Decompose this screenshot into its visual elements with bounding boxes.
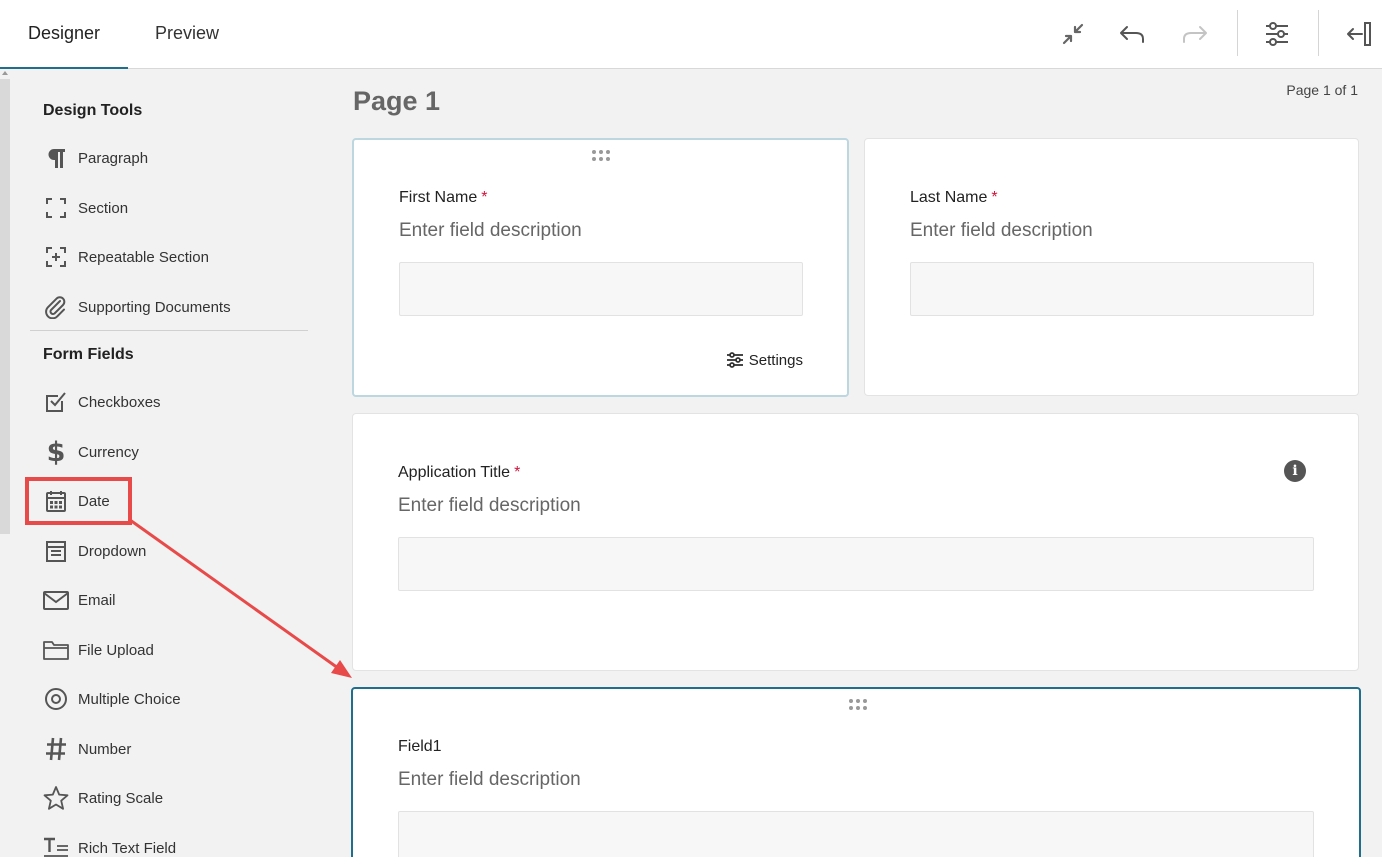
sidebar-item-label: Dropdown [78,542,147,560]
tab-designer[interactable]: Designer [0,0,128,69]
page-count: Page 1 of 1 [1286,82,1358,98]
sidebar: Design Tools Paragraph Section Repeatabl… [0,69,330,857]
sidebar-item-section[interactable]: Section [40,190,300,226]
sidebar-item-label: Supporting Documents [78,298,231,316]
sidebar-scrollbar[interactable] [0,79,10,534]
top-bar: Designer Preview [0,0,1382,69]
tab-preview[interactable]: Preview [155,0,219,69]
page-title: Page 1 [353,86,441,116]
info-icon[interactable]: i [1284,460,1306,482]
folder-icon [40,634,72,666]
required-marker: * [991,189,998,206]
sidebar-item-label: Section [78,199,129,217]
field-card-last-name[interactable]: Last Name * Enter field description [864,138,1359,396]
sidebar-item-label: Repeatable Section [78,248,209,266]
sidebar-item-label: File Upload [78,641,154,659]
toolbar-separator [1237,10,1238,56]
paragraph-icon [40,142,72,174]
hash-icon [40,733,72,765]
dropdown-icon [40,535,72,567]
field-label: Last Name * [910,189,998,206]
application-title-input[interactable] [398,537,1314,591]
sidebar-item-label: Rating Scale [78,789,164,807]
last-name-input[interactable] [910,262,1314,316]
sidebar-item-dropdown[interactable]: Dropdown [40,533,300,569]
field-description[interactable]: Enter field description [398,495,581,517]
sidebar-divider [30,330,308,331]
sidebar-item-email[interactable]: Email [40,582,300,618]
field-description[interactable]: Enter field description [910,220,1093,242]
sidebar-item-label: Rich Text Field [78,839,177,857]
field-label: Field1 [398,738,442,755]
field-label: Application Title * [398,464,521,481]
required-marker: * [481,189,488,206]
undo-icon[interactable] [1115,17,1149,51]
sidebar-item-file-upload[interactable]: File Upload [40,632,300,668]
sidebar-item-number[interactable]: Number [40,731,300,767]
repeatable-section-icon [40,241,72,273]
sidebar-item-paragraph[interactable]: Paragraph [40,140,300,176]
sidebar-item-label: Checkboxes [78,393,161,411]
sidebar-item-rich-text-field[interactable]: Rich Text Field [40,830,300,857]
field-card-application-title[interactable]: Application Title * i Enter field descrip… [352,413,1359,671]
dollar-icon: $ [46,436,66,468]
required-marker: * [514,464,521,481]
redo-icon[interactable] [1178,17,1212,51]
field-label: First Name * [399,189,488,206]
toolbar-separator [1318,10,1319,56]
drag-handle-icon[interactable] [848,699,868,711]
settings-button[interactable]: Settings [726,351,803,369]
sidebar-item-label: Paragraph [78,149,149,167]
design-tools-heading: Design Tools [43,102,143,119]
sidebar-item-checkboxes[interactable]: Checkboxes [40,384,300,420]
sidebar-item-label: Multiple Choice [78,690,181,708]
field-card-field1[interactable]: Field1 Enter field description [351,687,1361,857]
sidebar-item-repeatable-section[interactable]: Repeatable Section [40,239,300,275]
collapse-panel-icon[interactable] [1342,17,1376,51]
sidebar-item-supporting-documents[interactable]: Supporting Documents [40,289,300,325]
field-description[interactable]: Enter field description [399,220,582,242]
sidebar-item-label: Email [78,591,116,609]
sidebar-item-label: Currency [78,443,139,461]
settings-label: Settings [748,351,803,369]
highlight-box [25,477,132,525]
first-name-input[interactable] [399,262,803,316]
star-icon [40,782,72,814]
paperclip-icon [40,291,72,323]
radio-icon [40,683,72,715]
settings-sliders-icon [726,352,743,368]
envelope-icon [40,584,72,616]
field-description[interactable]: Enter field description [398,769,581,791]
sidebar-item-label: Number [78,740,132,758]
form-fields-heading: Form Fields [43,346,134,363]
settings-sliders-icon[interactable] [1260,17,1294,51]
scroll-up-icon[interactable] [2,71,8,75]
section-icon [40,192,72,224]
field1-input[interactable] [398,811,1314,857]
field-card-first-name[interactable]: First Name * Enter field description Sett… [352,138,849,397]
sidebar-item-currency[interactable]: $ Currency [40,434,300,470]
rich-text-icon [40,832,72,857]
sidebar-item-multiple-choice[interactable]: Multiple Choice [40,681,300,717]
collapse-icon[interactable] [1056,17,1090,51]
sidebar-item-rating-scale[interactable]: Rating Scale [40,780,300,816]
checkbox-icon [40,386,72,418]
drag-handle-icon[interactable] [591,150,611,162]
